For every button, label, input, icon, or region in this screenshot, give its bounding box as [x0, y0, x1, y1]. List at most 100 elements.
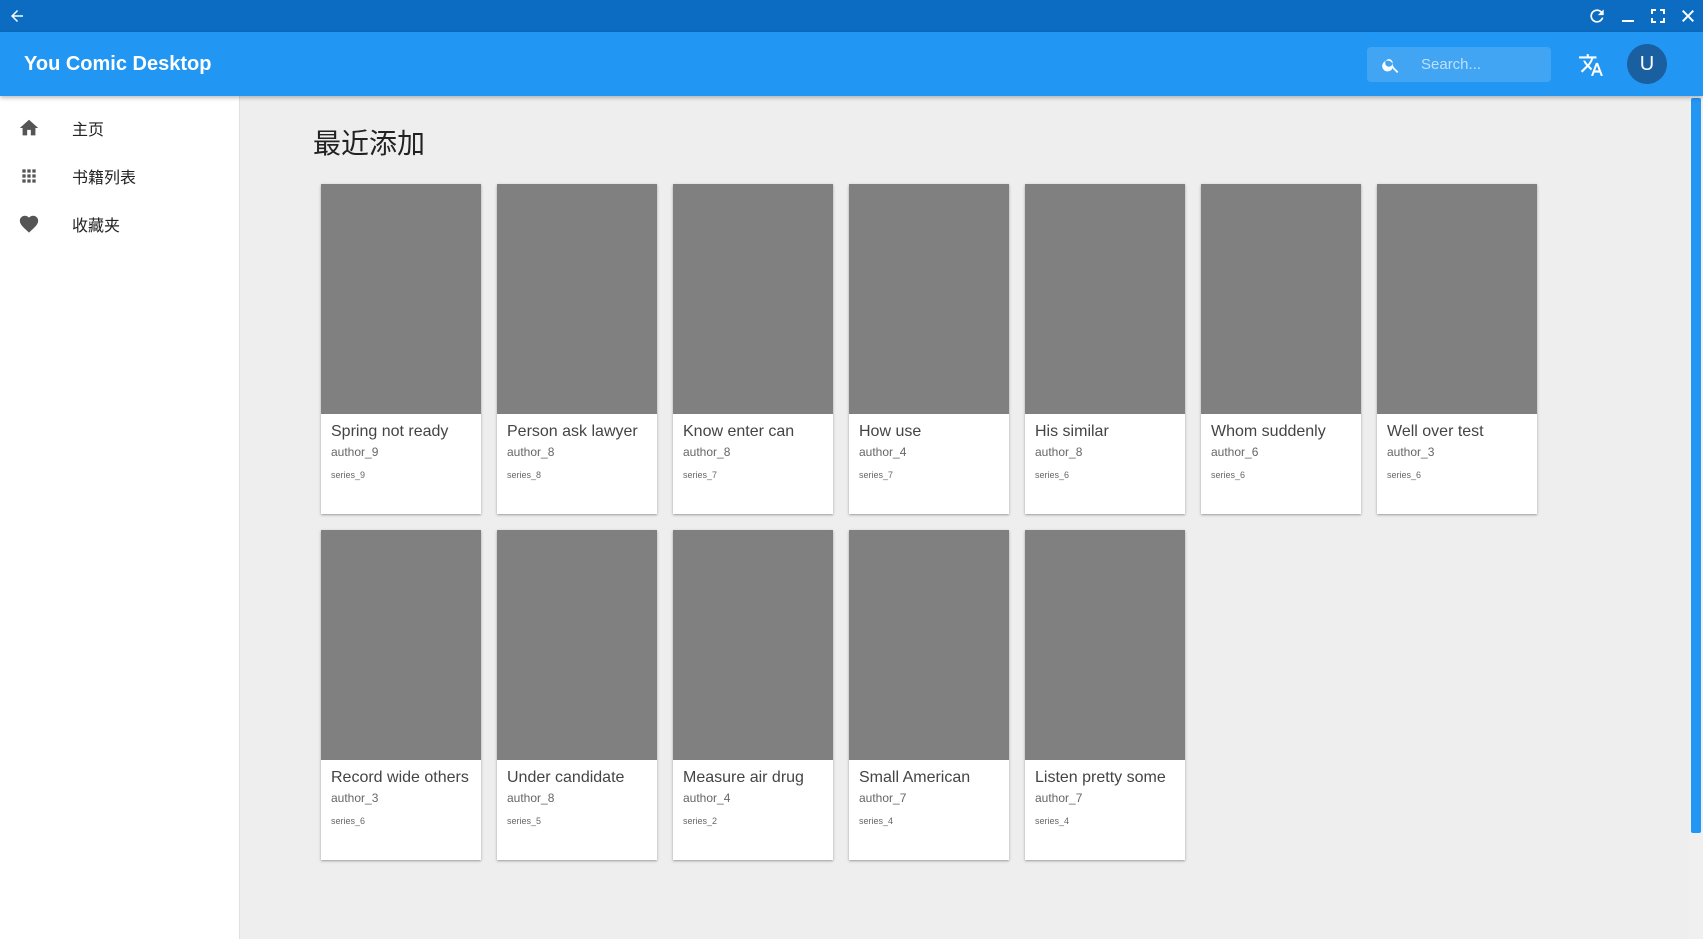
fullscreen-button[interactable] [1643, 0, 1673, 32]
book-title: Know enter can [683, 423, 795, 440]
book-cover[interactable] [849, 184, 1009, 414]
book-series: series_7 [683, 470, 718, 480]
sidebar-item-label: 主页 [72, 122, 105, 139]
main-content: 最近添加 Spring not ready author_9 series_9 Per… [240, 96, 1689, 939]
translate-icon [1579, 54, 1603, 76]
book-cover[interactable] [497, 184, 657, 414]
book-info: Record wide others author_3 series_6 [321, 760, 481, 826]
back-arrow-icon [11, 10, 23, 22]
book-cover[interactable] [673, 530, 833, 760]
book-series: series_6 [1211, 470, 1246, 480]
book-cover[interactable] [1025, 530, 1185, 760]
book-author: author_7 [1035, 791, 1083, 805]
book-card[interactable]: His similar author_8 series_6 [1025, 184, 1185, 514]
sidebar-item-label: 书籍列表 [72, 170, 137, 187]
book-card[interactable]: Measure air drug author_4 series_2 [673, 530, 833, 860]
book-title: Small American [859, 769, 971, 786]
book-card[interactable]: Well over test author_3 series_6 [1377, 184, 1537, 514]
book-series: series_4 [859, 816, 894, 826]
book-series: series_4 [1035, 816, 1070, 826]
section-title: 最近添加 [313, 128, 426, 159]
book-series: series_6 [1387, 470, 1422, 480]
book-author: author_8 [507, 445, 555, 459]
book-title: Record wide others [331, 769, 469, 786]
sidebar-item-label: 收藏夹 [72, 218, 121, 235]
minimize-button[interactable] [1613, 0, 1643, 32]
book-author: author_3 [331, 791, 379, 805]
search-box[interactable] [1367, 47, 1551, 82]
book-info: His similar author_8 series_6 [1025, 414, 1185, 480]
book-info: Under candidate author_8 series_5 [497, 760, 657, 826]
book-author: author_8 [683, 445, 731, 459]
book-title: Listen pretty some [1035, 769, 1166, 786]
sidebar: 主页 书籍列表 收藏夹 [0, 96, 240, 939]
book-title: Spring not ready [331, 423, 449, 440]
book-cover[interactable] [321, 184, 481, 414]
book-card[interactable]: Record wide others author_3 series_6 [321, 530, 481, 860]
book-cover[interactable] [849, 530, 1009, 760]
book-author: author_8 [1035, 445, 1083, 459]
book-info: Measure air drug author_4 series_2 [673, 760, 833, 826]
app-title: You Comic Desktop [24, 53, 212, 75]
book-card[interactable]: Under candidate author_8 series_5 [497, 530, 657, 860]
close-icon [1682, 10, 1694, 22]
search-icon [1382, 59, 1399, 73]
book-title: How use [859, 423, 922, 440]
translate-button[interactable] [1576, 50, 1606, 80]
book-author: author_4 [859, 445, 907, 459]
fullscreen-icon [1651, 9, 1665, 23]
book-info: How use author_4 series_7 [849, 414, 1009, 480]
book-author: author_4 [683, 791, 731, 805]
app-bar: You Comic Desktop U [0, 32, 1703, 96]
book-card[interactable]: Spring not ready author_9 series_9 [321, 184, 481, 514]
book-series: series_9 [331, 470, 366, 480]
book-series: series_6 [1035, 470, 1070, 480]
book-title: His similar [1035, 423, 1109, 440]
book-title: Under candidate [507, 769, 625, 786]
book-cover[interactable] [497, 530, 657, 760]
book-author: author_9 [331, 445, 379, 459]
book-title: Measure air drug [683, 769, 804, 786]
book-card[interactable]: Whom suddenly author_6 series_6 [1201, 184, 1361, 514]
book-card[interactable]: How use author_4 series_7 [849, 184, 1009, 514]
book-series: series_5 [507, 816, 542, 826]
book-title: Well over test [1387, 423, 1484, 440]
book-cover[interactable] [673, 184, 833, 414]
book-card[interactable]: Know enter can author_8 series_7 [673, 184, 833, 514]
book-grid: Spring not ready author_9 series_9 Person a… [321, 184, 1621, 860]
heart-icon [17, 212, 41, 236]
book-card[interactable]: Person ask lawyer author_8 series_8 [497, 184, 657, 514]
close-button[interactable] [1673, 0, 1703, 32]
search-input[interactable] [1421, 47, 1545, 82]
book-info: Small American author_7 series_4 [849, 760, 1009, 826]
book-author: author_6 [1211, 445, 1259, 459]
book-card[interactable]: Small American author_7 series_4 [849, 530, 1009, 860]
sidebar-item-favorites[interactable]: 收藏夹 [0, 200, 239, 248]
book-series: series_6 [331, 816, 366, 826]
book-card[interactable]: Listen pretty some author_7 series_4 [1025, 530, 1185, 860]
book-info: Spring not ready author_9 series_9 [321, 414, 481, 480]
book-info: Whom suddenly author_6 series_6 [1201, 414, 1361, 480]
scrollbar[interactable] [1689, 96, 1703, 939]
book-info: Person ask lawyer author_8 series_8 [497, 414, 657, 480]
book-cover[interactable] [1025, 184, 1185, 414]
minimize-icon [1622, 20, 1634, 22]
avatar[interactable]: U [1627, 44, 1667, 84]
book-info: Know enter can author_8 series_7 [673, 414, 833, 480]
book-cover[interactable] [1377, 184, 1537, 414]
book-title: Whom suddenly [1211, 423, 1326, 440]
sidebar-item-home[interactable]: 主页 [0, 104, 239, 152]
sidebar-item-book-list[interactable]: 书籍列表 [0, 152, 239, 200]
book-author: author_7 [859, 791, 907, 805]
book-info: Well over test author_3 series_6 [1377, 414, 1537, 480]
book-cover[interactable] [1201, 184, 1361, 414]
book-series: series_2 [683, 816, 718, 826]
scrollbar-thumb[interactable] [1691, 98, 1701, 833]
book-info: Listen pretty some author_7 series_4 [1025, 760, 1185, 826]
back-button[interactable] [2, 0, 32, 32]
book-author: author_3 [1387, 445, 1435, 459]
refresh-button[interactable] [1582, 0, 1612, 32]
book-cover[interactable] [321, 530, 481, 760]
book-series: series_8 [507, 470, 542, 480]
window-titlebar [0, 0, 1703, 32]
